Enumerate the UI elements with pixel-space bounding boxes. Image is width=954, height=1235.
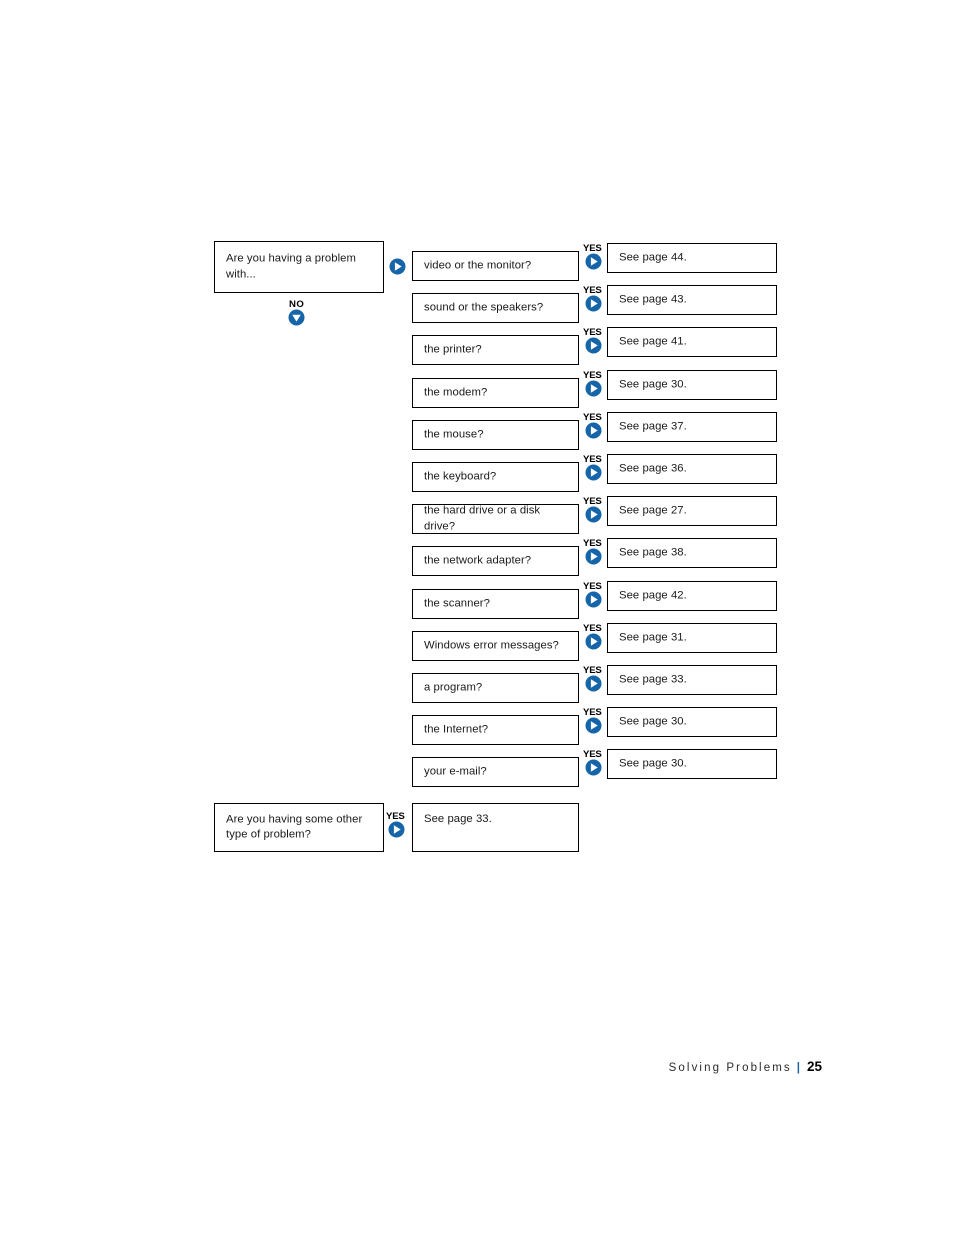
- circle-right-arrow-icon: [585, 506, 602, 523]
- question-text: Windows error messages?: [424, 639, 559, 652]
- answer-box: See page 33.: [607, 665, 777, 695]
- question-box: the mouse?: [412, 420, 579, 450]
- question-box: the network adapter?: [412, 546, 579, 576]
- question-box: the printer?: [412, 335, 579, 365]
- circle-right-arrow-icon-other: [388, 821, 405, 838]
- answer-box: See page 36.: [607, 454, 777, 484]
- question-text: the hard drive or a disk drive?: [424, 504, 541, 533]
- question-text: the modem?: [424, 386, 488, 399]
- answer-box: See page 38.: [607, 538, 777, 568]
- answer-text: See page 31.: [619, 631, 687, 644]
- question-text: the network adapter?: [424, 554, 532, 567]
- answer-box: See page 44.: [607, 243, 777, 273]
- question-box: a program?: [412, 673, 579, 703]
- answer-text: See page 33.: [619, 673, 687, 686]
- answer-box: See page 41.: [607, 327, 777, 357]
- question-text: the mouse?: [424, 428, 484, 441]
- other-problem-answer-text: See page 33.: [424, 813, 492, 825]
- footer-chapter-title: Solving Problems: [668, 1062, 792, 1074]
- answer-text: See page 27.: [619, 504, 687, 517]
- answer-box: See page 43.: [607, 285, 777, 315]
- answer-text: See page 30.: [619, 757, 687, 770]
- question-text: the keyboard?: [424, 470, 497, 483]
- circle-right-arrow-icon: [585, 295, 602, 312]
- question-text: video or the monitor?: [424, 259, 532, 272]
- circle-right-arrow-icon-start: [389, 258, 406, 275]
- question-text: the printer?: [424, 343, 482, 356]
- answer-text: See page 30.: [619, 715, 687, 728]
- page-footer: Solving Problems | 25: [0, 1059, 822, 1074]
- answer-box: See page 31.: [607, 623, 777, 653]
- question-box: the Internet?: [412, 715, 579, 745]
- answer-box: See page 42.: [607, 581, 777, 611]
- question-box: the scanner?: [412, 589, 579, 619]
- answer-box: See page 30.: [607, 370, 777, 400]
- circle-down-arrow-icon: [288, 309, 305, 326]
- footer-separator: |: [796, 1062, 800, 1074]
- circle-right-arrow-icon: [585, 633, 602, 650]
- question-box: the modem?: [412, 378, 579, 408]
- other-problem-question-text: Are you having some other type of proble…: [226, 813, 363, 841]
- circle-right-arrow-icon: [585, 380, 602, 397]
- answer-box: See page 27.: [607, 496, 777, 526]
- answer-text: See page 36.: [619, 462, 687, 475]
- answer-text: See page 37.: [619, 420, 687, 433]
- question-box: the hard drive or a disk drive?: [412, 504, 579, 534]
- answer-text: See page 44.: [619, 251, 687, 264]
- answer-box: See page 30.: [607, 749, 777, 779]
- question-box: Windows error messages?: [412, 631, 579, 661]
- footer-page-number: 25: [806, 1059, 822, 1074]
- other-problem-question-box: Are you having some other type of proble…: [214, 803, 384, 852]
- question-box: sound or the speakers?: [412, 293, 579, 323]
- question-text: the scanner?: [424, 597, 490, 610]
- question-text: a program?: [424, 681, 483, 694]
- circle-right-arrow-icon: [585, 337, 602, 354]
- circle-right-arrow-icon: [585, 717, 602, 734]
- circle-right-arrow-icon: [585, 759, 602, 776]
- start-question-text: Are you having a problem with...: [226, 252, 356, 281]
- question-box: the keyboard?: [412, 462, 579, 492]
- question-text: your e-mail?: [424, 765, 487, 778]
- answer-box: See page 30.: [607, 707, 777, 737]
- answer-text: See page 41.: [619, 335, 687, 348]
- troubleshooting-flowchart: Are you having a problem with... NO vide…: [0, 0, 954, 1000]
- other-problem-answer-box: See page 33.: [412, 803, 579, 852]
- circle-right-arrow-icon: [585, 591, 602, 608]
- start-question-box: Are you having a problem with...: [214, 241, 384, 293]
- question-box: video or the monitor?: [412, 251, 579, 281]
- answer-text: See page 42.: [619, 589, 687, 602]
- answer-box: See page 37.: [607, 412, 777, 442]
- question-box: your e-mail?: [412, 757, 579, 787]
- circle-right-arrow-icon: [585, 422, 602, 439]
- answer-text: See page 43.: [619, 293, 687, 306]
- circle-right-arrow-icon: [585, 253, 602, 270]
- answer-text: See page 38.: [619, 546, 687, 559]
- circle-right-arrow-icon: [585, 548, 602, 565]
- circle-right-arrow-icon: [585, 464, 602, 481]
- question-text: sound or the speakers?: [424, 301, 544, 314]
- question-text: the Internet?: [424, 723, 489, 736]
- answer-text: See page 30.: [619, 378, 687, 391]
- circle-right-arrow-icon: [585, 675, 602, 692]
